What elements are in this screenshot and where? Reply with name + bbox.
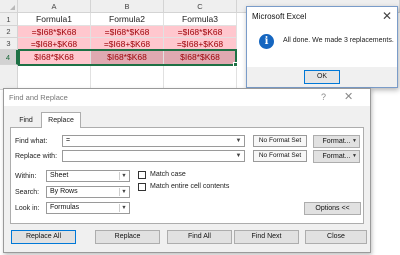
select-all-corner[interactable] — [0, 0, 18, 13]
find-what-label: Find what: — [15, 138, 48, 145]
close-icon[interactable]: ✕ — [382, 9, 392, 23]
cell-a2[interactable]: =$I68*$K68 — [18, 26, 91, 38]
help-icon[interactable]: ? — [321, 92, 326, 102]
find-all-button[interactable]: Find All — [167, 230, 232, 244]
information-icon: i — [259, 34, 274, 49]
select-all-triangle-icon — [10, 5, 15, 10]
ok-button[interactable]: OK — [304, 70, 340, 84]
replace-format-button-label: Format... — [322, 153, 351, 160]
search-label: Search: — [15, 189, 40, 196]
within-label: Within: — [15, 173, 37, 180]
tab-find[interactable]: Find — [11, 115, 41, 127]
column-header-a[interactable]: A — [18, 0, 91, 13]
replace-button[interactable]: Replace — [95, 230, 160, 244]
dialog-title: Find and Replace — [9, 93, 68, 102]
close-button[interactable]: Close — [305, 230, 367, 244]
replace-all-button[interactable]: Replace All — [11, 230, 76, 244]
message-footer: OK — [247, 67, 397, 87]
cell-empty[interactable] — [18, 65, 91, 90]
message-text: All done. We made 3 replacements. — [283, 37, 394, 44]
find-what-input[interactable]: = ▼ — [62, 135, 245, 147]
cell-a1[interactable]: Formula1 — [18, 13, 91, 26]
row-header-1[interactable]: 1 — [0, 13, 18, 26]
chevron-down-icon[interactable]: ▼ — [234, 152, 243, 160]
message-titlebar[interactable]: Microsoft Excel ✕ — [247, 7, 397, 27]
find-format-button-label: Format... — [322, 138, 351, 145]
close-icon[interactable]: ✕ — [344, 90, 353, 103]
chevron-down-icon[interactable]: ▼ — [234, 137, 243, 145]
row-header-3[interactable]: 3 — [0, 38, 18, 50]
row-header-4[interactable]: 4 — [0, 50, 18, 65]
cell-empty[interactable] — [91, 65, 164, 90]
chevron-down-icon: ▼ — [352, 138, 357, 144]
look-in-label: Look in: — [15, 205, 40, 212]
match-case-label[interactable]: Match case — [150, 171, 186, 178]
cell-b1[interactable]: Formula2 — [91, 13, 164, 26]
look-in-select[interactable]: Formulas ▼ — [46, 202, 130, 214]
find-format-button[interactable]: Format... ▼ — [313, 135, 360, 148]
selection-outline — [18, 49, 237, 66]
tab-replace[interactable]: Replace — [41, 112, 81, 128]
column-header-c[interactable]: C — [164, 0, 237, 13]
column-header-b[interactable]: B — [91, 0, 164, 13]
chevron-down-icon: ▼ — [119, 188, 128, 196]
options-button[interactable]: Options << — [304, 202, 361, 215]
match-entire-checkbox[interactable] — [138, 183, 146, 191]
fill-handle[interactable] — [233, 62, 238, 67]
cell-empty[interactable] — [164, 65, 237, 90]
excel-message-dialog: Microsoft Excel ✕ i All done. We made 3 … — [246, 6, 398, 88]
search-value: By Rows — [50, 188, 78, 195]
within-value: Sheet — [50, 172, 69, 179]
find-what-value: = — [66, 137, 71, 144]
replace-with-input[interactable]: ▼ — [62, 150, 245, 162]
find-next-button[interactable]: Find Next — [234, 230, 299, 244]
replace-with-label: Replace with: — [15, 153, 58, 160]
replace-format-button[interactable]: Format... ▼ — [313, 150, 360, 163]
replace-format-status: No Format Set — [253, 150, 307, 162]
find-format-status: No Format Set — [253, 135, 307, 147]
cell-c2[interactable]: =$I68*$K68 — [164, 26, 237, 38]
row-header-filler — [0, 65, 18, 90]
search-select[interactable]: By Rows ▼ — [46, 186, 130, 198]
within-select[interactable]: Sheet ▼ — [46, 170, 130, 182]
message-title: Microsoft Excel — [252, 12, 307, 21]
dialog-titlebar[interactable]: Find and Replace ? ✕ — [4, 89, 370, 106]
row-header-2[interactable]: 2 — [0, 26, 18, 38]
find-replace-dialog: Find and Replace ? ✕ Find Replace Find w… — [3, 88, 371, 253]
look-in-value: Formulas — [50, 204, 80, 211]
chevron-down-icon: ▼ — [119, 204, 128, 212]
chevron-down-icon: ▼ — [119, 172, 128, 180]
match-entire-label[interactable]: Match entire cell contents — [150, 183, 229, 190]
cell-b2[interactable]: =$I68*$K68 — [91, 26, 164, 38]
cell-c1[interactable]: Formula3 — [164, 13, 237, 26]
message-body: i All done. We made 3 replacements. — [247, 27, 397, 67]
chevron-down-icon: ▼ — [352, 153, 357, 159]
match-case-checkbox[interactable] — [138, 171, 146, 179]
